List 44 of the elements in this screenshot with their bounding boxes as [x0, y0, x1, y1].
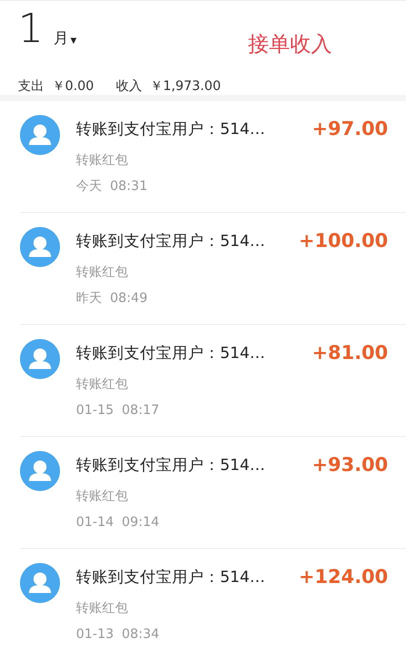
- expense-label: 支出: [18, 78, 44, 96]
- transaction-row[interactable]: 转账到支付宝用户：514… +97.00 转账红包 今天 08:31: [0, 101, 406, 212]
- transaction-time: 08:31: [110, 178, 148, 196]
- avatar-icon: [20, 339, 60, 379]
- avatar-icon: [20, 451, 60, 491]
- transaction-category: 转账红包: [76, 488, 129, 506]
- transaction-date: 昨天: [76, 290, 102, 308]
- transaction-title: 转账到支付宝用户：514…: [76, 566, 266, 588]
- avatar-icon: [20, 115, 60, 155]
- transaction-amount: +81.00: [312, 341, 388, 366]
- transaction-date: 01-14: [76, 514, 114, 532]
- month-unit: 月: [53, 28, 68, 48]
- transaction-time: 09:14: [122, 514, 160, 532]
- transaction-row[interactable]: 转账到支付宝用户：514… +124.00 转账红包 01-13 08:34: [0, 549, 406, 650]
- transaction-amount: +124.00: [298, 565, 388, 590]
- transaction-category: 转账红包: [76, 264, 129, 282]
- avatar-icon: [20, 563, 60, 603]
- transaction-amount: +97.00: [312, 117, 388, 142]
- transaction-row[interactable]: 转账到支付宝用户：514… +81.00 转账红包 01-15 08:17: [0, 325, 406, 436]
- transaction-row[interactable]: 转账到支付宝用户：514… +93.00 转账红包 01-14 09:14: [0, 437, 406, 548]
- expense-amount: ￥0.00: [52, 78, 94, 96]
- month-selector[interactable]: 1 月▾: [18, 9, 76, 49]
- transaction-time: 08:34: [122, 626, 160, 644]
- transaction-title: 转账到支付宝用户：514…: [76, 454, 266, 476]
- transaction-category: 转账红包: [76, 152, 129, 170]
- transaction-amount: +100.00: [298, 229, 388, 254]
- transaction-title: 转账到支付宝用户：514…: [76, 118, 266, 140]
- transaction-title: 转账到支付宝用户：514…: [76, 230, 266, 252]
- transaction-category: 转账红包: [76, 600, 129, 618]
- month-number: 1: [18, 9, 44, 49]
- caret-icon: ▾: [70, 31, 76, 49]
- avatar-icon: [20, 227, 60, 267]
- transaction-time: 08:17: [122, 402, 160, 420]
- transaction-title: 转账到支付宝用户：514…: [76, 342, 266, 364]
- income-amount: ￥1,973.00: [150, 78, 221, 96]
- transaction-amount: +93.00: [312, 453, 388, 478]
- transaction-date: 01-13: [76, 626, 114, 644]
- transaction-date: 01-15: [76, 402, 114, 420]
- transaction-time: 08:49: [110, 290, 148, 308]
- transaction-date: 今天: [76, 178, 102, 196]
- income-label: 收入: [116, 78, 142, 96]
- transaction-row[interactable]: 转账到支付宝用户：514… +100.00 转账红包 昨天 08:49: [0, 213, 406, 324]
- transaction-category: 转账红包: [76, 376, 129, 394]
- annotation-text: 接单收入: [248, 31, 332, 58]
